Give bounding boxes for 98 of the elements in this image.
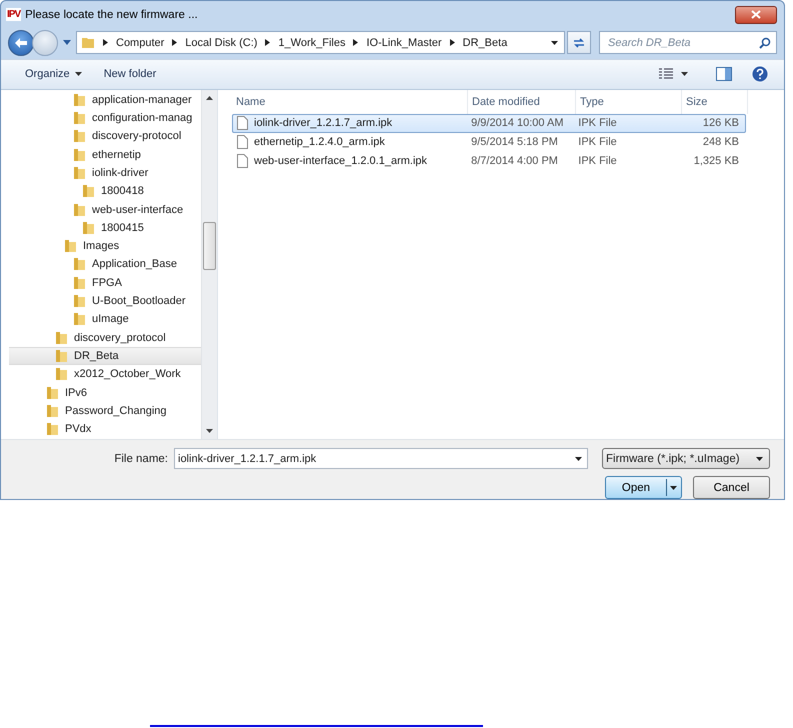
chevron-icon (450, 39, 455, 46)
search-field[interactable]: Search DR_Beta (599, 31, 777, 54)
folder-icon (46, 404, 59, 418)
help-icon[interactable] (752, 66, 768, 82)
file-row[interactable]: ethernetip_1.2.4.0_arm.ipk 9/5/2014 5:18 PM IPK File 248 KB (232, 132, 746, 152)
dropdown-arrow-icon[interactable] (670, 486, 677, 490)
folder-icon (73, 111, 86, 126)
folder-icon (64, 239, 77, 254)
folder-icon (73, 202, 86, 217)
new-folder-button[interactable]: New folder (96, 64, 164, 84)
file-icon (237, 116, 248, 130)
folder-icon (73, 312, 86, 326)
folder-icon (73, 148, 86, 162)
breadcrumb-item[interactable]: Local Disk (C:) (185, 36, 258, 49)
folder-tree-item[interactable]: Images (9, 236, 201, 256)
file-name: ethernetip_1.2.4.0_arm.ipk (254, 136, 385, 148)
breadcrumb-item[interactable]: 1_Work_Files (278, 36, 346, 49)
folder-tree-item[interactable]: U-Boot_Bootloader (9, 292, 201, 310)
date-cell-text: 8/7/2014 4:00 PM (470, 155, 559, 168)
file-icon (237, 135, 248, 150)
dropdown-arrow-icon[interactable] (681, 72, 688, 76)
folder-tree-item[interactable]: Application_Base (9, 255, 201, 274)
folder-tree-item[interactable]: IPv6 (9, 383, 201, 402)
folder-tree-item[interactable]: discovery_protocol (9, 328, 201, 347)
refresh-icon (572, 36, 586, 49)
folder-tree-item[interactable]: configuration-manag (9, 108, 201, 128)
folder-icon (73, 276, 86, 290)
back-button[interactable] (8, 30, 34, 56)
scrollbar-thumb[interactable] (203, 222, 216, 270)
folder-tree-item[interactable]: uImage (9, 310, 201, 328)
folder-tree-item[interactable]: DR_Beta (9, 346, 201, 366)
folder-tree-item[interactable]: PVdx (9, 420, 201, 438)
folder-tree-item[interactable]: ethernetip (9, 146, 201, 164)
folder-icon (73, 129, 86, 144)
folder-icon (73, 257, 86, 272)
file-name-label: File name: (114, 452, 168, 464)
view-list-icon[interactable] (659, 68, 673, 80)
size-cell-text: 248 KB (702, 136, 740, 148)
folder-tree-item[interactable]: application-manager (9, 90, 201, 109)
type-cell-text: IPK File (577, 136, 618, 148)
cancel-button[interactable]: Cancel (693, 476, 770, 499)
folder-tree-item[interactable]: Password_Changing (9, 402, 201, 420)
open-button[interactable]: Open (605, 476, 682, 499)
file-name: iolink-driver_1.2.1.7_arm.ipk (254, 117, 392, 130)
file-type-dropdown[interactable]: Firmware (*.ipk; *.uImage) (602, 448, 770, 469)
folder-icon (82, 220, 95, 235)
refresh-button[interactable] (567, 31, 591, 54)
scroll-up-icon[interactable] (206, 96, 213, 100)
close-button[interactable] (735, 6, 777, 24)
folder-icon (73, 294, 86, 308)
search-icon (759, 36, 771, 49)
type-cell-text: IPK File (577, 117, 618, 130)
folder-tree-item[interactable]: discovery-protocol (9, 127, 201, 146)
preview-pane-icon[interactable] (716, 67, 732, 82)
app-badge: IPV (6, 8, 22, 22)
close-icon (751, 10, 761, 20)
folder-icon (73, 166, 86, 180)
dropdown-arrow-icon[interactable] (575, 456, 582, 460)
file-name: web-user-interface_1.2.0.1_arm.ipk (254, 155, 428, 168)
folder-tree-item[interactable]: FPGA (9, 274, 201, 292)
folder-tree-item[interactable]: web-user-interface (9, 200, 201, 219)
dropdown-arrow-icon (756, 456, 763, 460)
date-cell-text: 9/9/2014 10:00 AM (470, 117, 564, 130)
caret-icon (74, 72, 82, 76)
folder-icon (55, 330, 68, 345)
size-cell-text: 1,325 KB (692, 155, 740, 168)
file-row[interactable]: iolink-driver_1.2.1.7_arm.ipk 9/9/2014 10:00 AM IPK File 126 KB (232, 114, 746, 133)
file-name-field[interactable]: iolink-driver_1.2.1.7_arm.ipk (174, 448, 588, 469)
folder-icon (82, 184, 95, 198)
window-title: Please locate the new firmware ... (25, 8, 198, 21)
back-arrow-icon (14, 36, 28, 49)
file-row[interactable]: web-user-interface_1.2.0.1_arm.ipk 8/7/2014 4:00 PM IPK File 1,325 KB (232, 152, 746, 171)
folder-icon (55, 348, 68, 363)
address-bar[interactable]: Computer Local Disk (C:) 1_Work_Files IO-Link_Master DR_Beta (76, 31, 565, 54)
type-cell-text: IPK File (577, 155, 618, 168)
size-cell-text: 126 KB (702, 117, 740, 130)
chevron-icon (172, 39, 178, 46)
organize-button[interactable]: Organize (17, 64, 90, 84)
chevron-icon (265, 39, 270, 46)
folder-icon (46, 422, 59, 436)
chevron-icon (353, 39, 358, 46)
scroll-down-icon[interactable] (206, 429, 213, 433)
folder-icon (81, 36, 95, 50)
date-cell-text: 9/5/2014 5:18 PM (470, 136, 559, 148)
dropdown-arrow-icon[interactable] (551, 40, 558, 45)
folder-icon (46, 386, 59, 400)
folder-icon (73, 92, 86, 107)
folder-icon (55, 367, 68, 382)
chevron-icon (103, 39, 108, 46)
folder-tree-item[interactable]: iolink-driver (9, 164, 201, 182)
breadcrumb-item[interactable]: IO-Link_Master (366, 36, 442, 49)
folder-tree-item[interactable]: 1800418 (9, 182, 201, 200)
file-icon (237, 154, 248, 168)
breadcrumb-item[interactable]: DR_Beta (462, 36, 508, 49)
scrollbar[interactable] (201, 90, 217, 439)
folder-tree-item[interactable]: 1800415 (9, 218, 201, 237)
breadcrumb-item[interactable]: Computer (116, 36, 164, 49)
folder-tree-item[interactable]: x2012_October_Work (9, 365, 201, 384)
